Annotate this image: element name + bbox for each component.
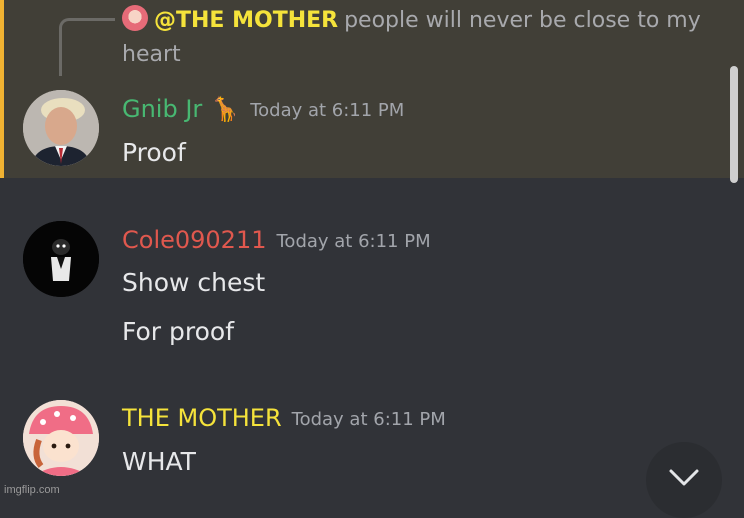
message-text: Proof — [122, 138, 186, 167]
mention-highlight-bar — [0, 0, 4, 178]
chevron-down-icon — [669, 469, 699, 486]
scrollbar[interactable] — [730, 66, 738, 183]
watermark: imgflip.com — [4, 484, 60, 496]
avatar-cole090211[interactable] — [23, 221, 99, 297]
reply-mention[interactable]: @THE MOTHER — [154, 8, 338, 33]
message-header-cole090211: Cole090211 Today at 6:11 PM — [122, 224, 431, 258]
message-text: WHAT — [122, 447, 196, 476]
message-header-gnib-jr: Gnib Jr 🦒 Today at 6:11 PM — [122, 93, 404, 127]
reply-preview[interactable]: @THE MOTHER people will never be close to… — [122, 4, 722, 72]
timestamp[interactable]: Today at 6:11 PM — [250, 100, 404, 121]
avatar-the-mother[interactable] — [23, 400, 99, 476]
username-cole090211[interactable]: Cole090211 — [122, 226, 267, 254]
giraffe-icon: 🦒 — [210, 95, 241, 123]
message-header-the-mother: THE MOTHER Today at 6:11 PM — [122, 402, 446, 436]
reply-avatar[interactable] — [122, 5, 148, 31]
avatar-gnib-jr[interactable] — [23, 90, 99, 166]
timestamp[interactable]: Today at 6:11 PM — [292, 409, 446, 430]
reply-connector-line — [59, 18, 115, 76]
jump-to-present-button[interactable] — [646, 442, 722, 518]
message-text: Show chest — [122, 268, 266, 297]
timestamp[interactable]: Today at 6:11 PM — [277, 231, 431, 252]
username-the-mother[interactable]: THE MOTHER — [122, 404, 282, 432]
username-gnib-jr[interactable]: Gnib Jr — [122, 95, 202, 123]
message-text: For proof — [122, 317, 234, 346]
